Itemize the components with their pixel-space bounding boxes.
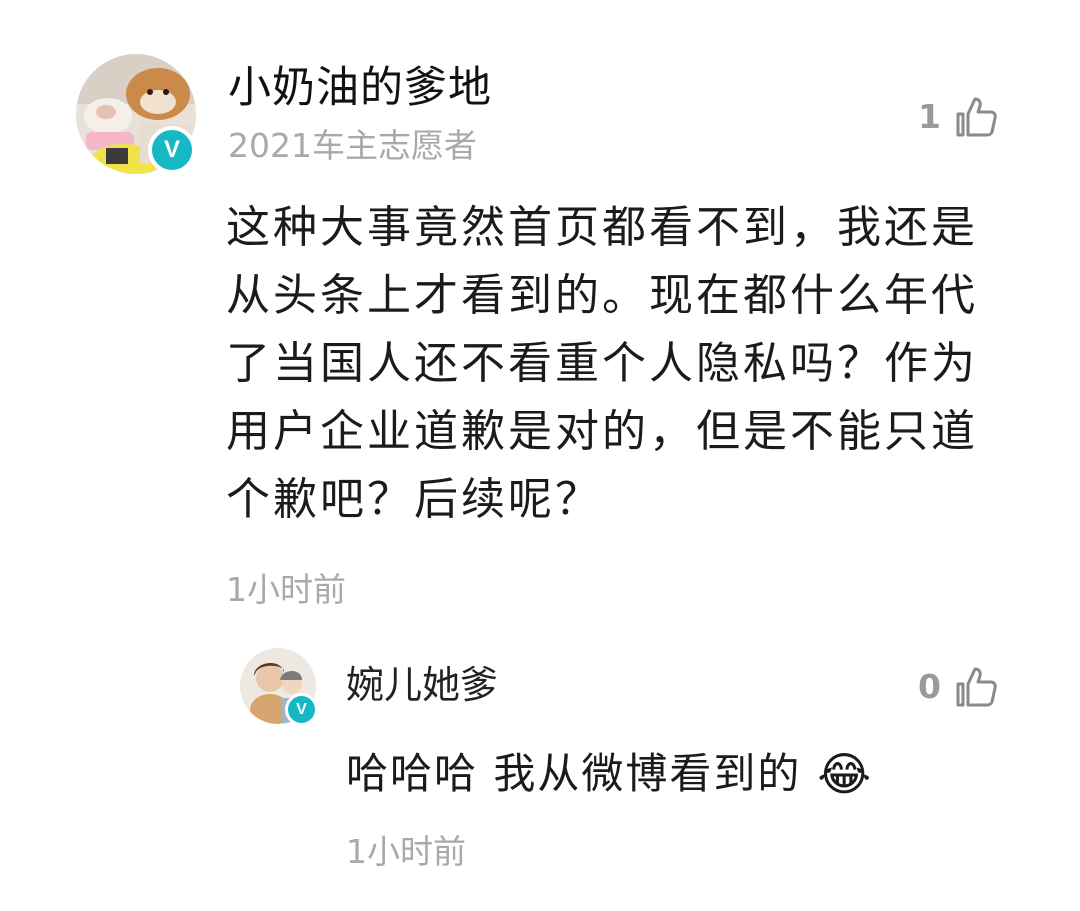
- comment-username[interactable]: 小奶油的爹地: [228, 62, 492, 114]
- comment-time: 1小时前: [226, 570, 346, 609]
- reply-verified-badge-mark: V: [296, 700, 307, 718]
- reply-like-button[interactable]: 0: [918, 662, 1018, 712]
- verified-badge-icon: V: [148, 126, 196, 174]
- like-count: 1: [918, 97, 941, 136]
- tears-of-joy-emoji: 😂: [817, 747, 874, 801]
- reply-like-count: 0: [918, 667, 941, 706]
- user-badge-text: 2021车主志愿者: [228, 126, 477, 165]
- verified-badge-mark: V: [163, 136, 180, 163]
- comment-text: 这种大事竟然首页都看不到，我还是从头条上才看到的。现在都什么年代了当国人还不看重…: [226, 202, 978, 525]
- thumbs-up-icon: [956, 667, 997, 707]
- thumbs-up-icon: [956, 97, 997, 137]
- reply-username[interactable]: 婉儿她爹: [346, 662, 498, 708]
- like-button[interactable]: 1: [918, 92, 1018, 142]
- reply-text-row: 哈哈哈 我从微博看到的 😂: [346, 744, 873, 804]
- reply-time: 1小时前: [346, 832, 466, 871]
- reply-verified-badge-icon: V: [285, 693, 318, 726]
- reply-text: 哈哈哈 我从微博看到的: [346, 749, 802, 798]
- comment: V 小奶油的爹地 2021车主志愿者 1 这种大事竟然首页都看不到，我还是从头条…: [0, 0, 1080, 620]
- reply: V 婉儿她爹 0 哈哈哈 我从微博看到的 😂 1小时前: [0, 630, 1080, 890]
